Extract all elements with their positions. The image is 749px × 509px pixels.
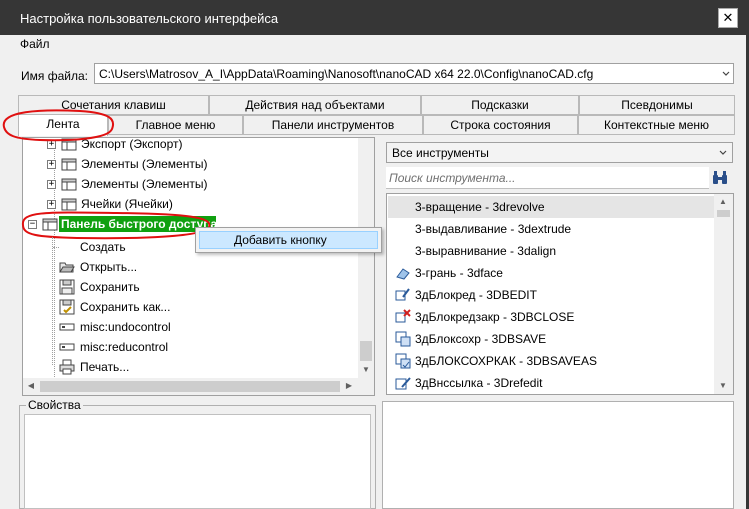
tree-item-label: Элементы (Элементы) [81, 177, 208, 191]
scrollbar-thumb[interactable] [717, 210, 730, 217]
tool-search-input[interactable]: Поиск инструмента... [386, 167, 709, 189]
block-save-as-icon [395, 353, 411, 369]
annotation-ellipse [21, 211, 211, 240]
panel-icon [61, 178, 77, 191]
tool-item-label: 3дБлокред - 3DBEDIT [415, 288, 537, 302]
properties-group [19, 405, 376, 509]
context-menu: Добавить кнопку [195, 227, 382, 253]
menu-bar: Файл [0, 35, 749, 57]
chevron-down-icon [722, 71, 730, 76]
expand-icon[interactable]: + [47, 200, 56, 209]
control-icon [59, 343, 75, 351]
tool-item[interactable]: 3-вращение - 3drevolve [388, 196, 714, 218]
tab-tooltips[interactable]: Подсказки [421, 95, 579, 115]
tree-item-label: Сохранить [80, 280, 140, 294]
expand-icon[interactable]: + [47, 180, 56, 189]
tab-aliases[interactable]: Псевдонимы [579, 95, 735, 115]
menu-file[interactable]: Файл [19, 37, 51, 51]
tree-item-label: Печать... [80, 360, 130, 374]
context-menu-item-add-button[interactable]: Добавить кнопку [199, 231, 378, 249]
tree-item-label: Создать [80, 240, 126, 254]
scroll-up-icon[interactable]: ▲ [715, 194, 731, 210]
tree-horizontal-scrollbar[interactable]: ◀ ▶ [23, 378, 358, 395]
control-icon [59, 323, 75, 331]
expand-icon[interactable]: + [47, 160, 56, 169]
tree-item-label: Открыть... [80, 260, 138, 274]
tool-filter-combo[interactable]: Все инструменты [386, 142, 733, 163]
tab-main-menu[interactable]: Главное меню [108, 115, 243, 135]
panel-icon [61, 158, 77, 171]
search-placeholder: Поиск инструмента... [389, 171, 516, 185]
tools-vertical-scrollbar[interactable]: ▲ ▼ [714, 194, 733, 394]
tab-context-menus[interactable]: Контекстные меню [578, 115, 735, 135]
refedit-icon [395, 377, 411, 390]
close-icon: ✕ [722, 10, 734, 25]
block-edit-icon [395, 288, 410, 301]
tree-item-label: Элементы (Элементы) [81, 157, 208, 171]
tool-item-label: 3дБлокредзакр - 3DBCLOSE [415, 310, 575, 324]
3dface-icon [396, 268, 410, 280]
tool-item-label: 3-вращение - 3drevolve [415, 200, 545, 214]
properties-label: Свойства [26, 398, 83, 412]
file-path-value: C:\Users\Matrosov_A_I\AppData\Roaming\Na… [99, 67, 594, 81]
tree-item-label: misc:reducontrol [80, 340, 169, 354]
tree-vertical-scrollbar[interactable]: ▼ [358, 138, 374, 378]
scroll-down-icon[interactable]: ▼ [715, 378, 731, 394]
binoculars-icon[interactable] [711, 169, 729, 187]
scroll-left-icon[interactable]: ◀ [23, 378, 39, 394]
tree-line [54, 142, 55, 387]
tab-toolbars[interactable]: Панели инструментов [243, 115, 423, 135]
properties-panel [24, 414, 371, 509]
tool-item-label: 3дБЛОКСОХРКАК - 3DBSAVEAS [415, 354, 597, 368]
scrollbar-corner [358, 378, 374, 395]
scrollbar-thumb[interactable] [360, 341, 372, 361]
close-button[interactable]: ✕ [718, 8, 738, 28]
title-bar: Настройка пользовательского интерфейса ✕ [0, 0, 749, 35]
block-save-icon [395, 331, 411, 347]
tool-item-label: 3-грань - 3dface [415, 266, 503, 280]
block-close-icon [395, 309, 411, 323]
tree-item-label: Сохранить как... [80, 300, 171, 314]
print-icon [59, 359, 75, 375]
tool-filter-value: Все инструменты [392, 146, 489, 160]
tree-line [52, 237, 53, 365]
tree-item-label: misc:undocontrol [80, 320, 171, 334]
tool-item-label: 3дБлоксохр - 3DBSAVE [415, 332, 547, 346]
preview-panel [382, 401, 734, 509]
file-name-label: Имя файла: [21, 69, 88, 83]
chevron-down-icon [719, 150, 727, 155]
file-path-combo[interactable]: C:\Users\Matrosov_A_I\AppData\Roaming\Na… [94, 63, 734, 84]
folder-open-icon [59, 262, 75, 273]
annotation-ellipse [2, 109, 115, 142]
tools-list: 3-вращение - 3drevolve 3-выдавливание - … [386, 193, 734, 395]
tool-item-label: 3-выдавливание - 3dextrude [415, 222, 572, 236]
save-as-icon [59, 299, 75, 315]
ribbon-tree-panel: + Экспорт (Экспорт) + Элементы (Элементы… [21, 137, 375, 396]
context-menu-item-label: Добавить кнопку [234, 233, 327, 247]
window-title: Настройка пользовательского интерфейса [20, 11, 279, 26]
save-icon [59, 279, 75, 295]
tool-item-label: 3дВнссылка - 3Drefedit [415, 376, 543, 390]
tab-object-actions[interactable]: Действия над объектами [209, 95, 421, 115]
scroll-down-icon[interactable]: ▼ [358, 362, 374, 378]
tab-status-bar[interactable]: Строка состояния [423, 115, 578, 135]
tool-item-label: 3-выравнивание - 3dalign [415, 244, 557, 258]
scroll-right-icon[interactable]: ▶ [341, 378, 357, 394]
scrollbar-thumb[interactable] [40, 381, 340, 392]
